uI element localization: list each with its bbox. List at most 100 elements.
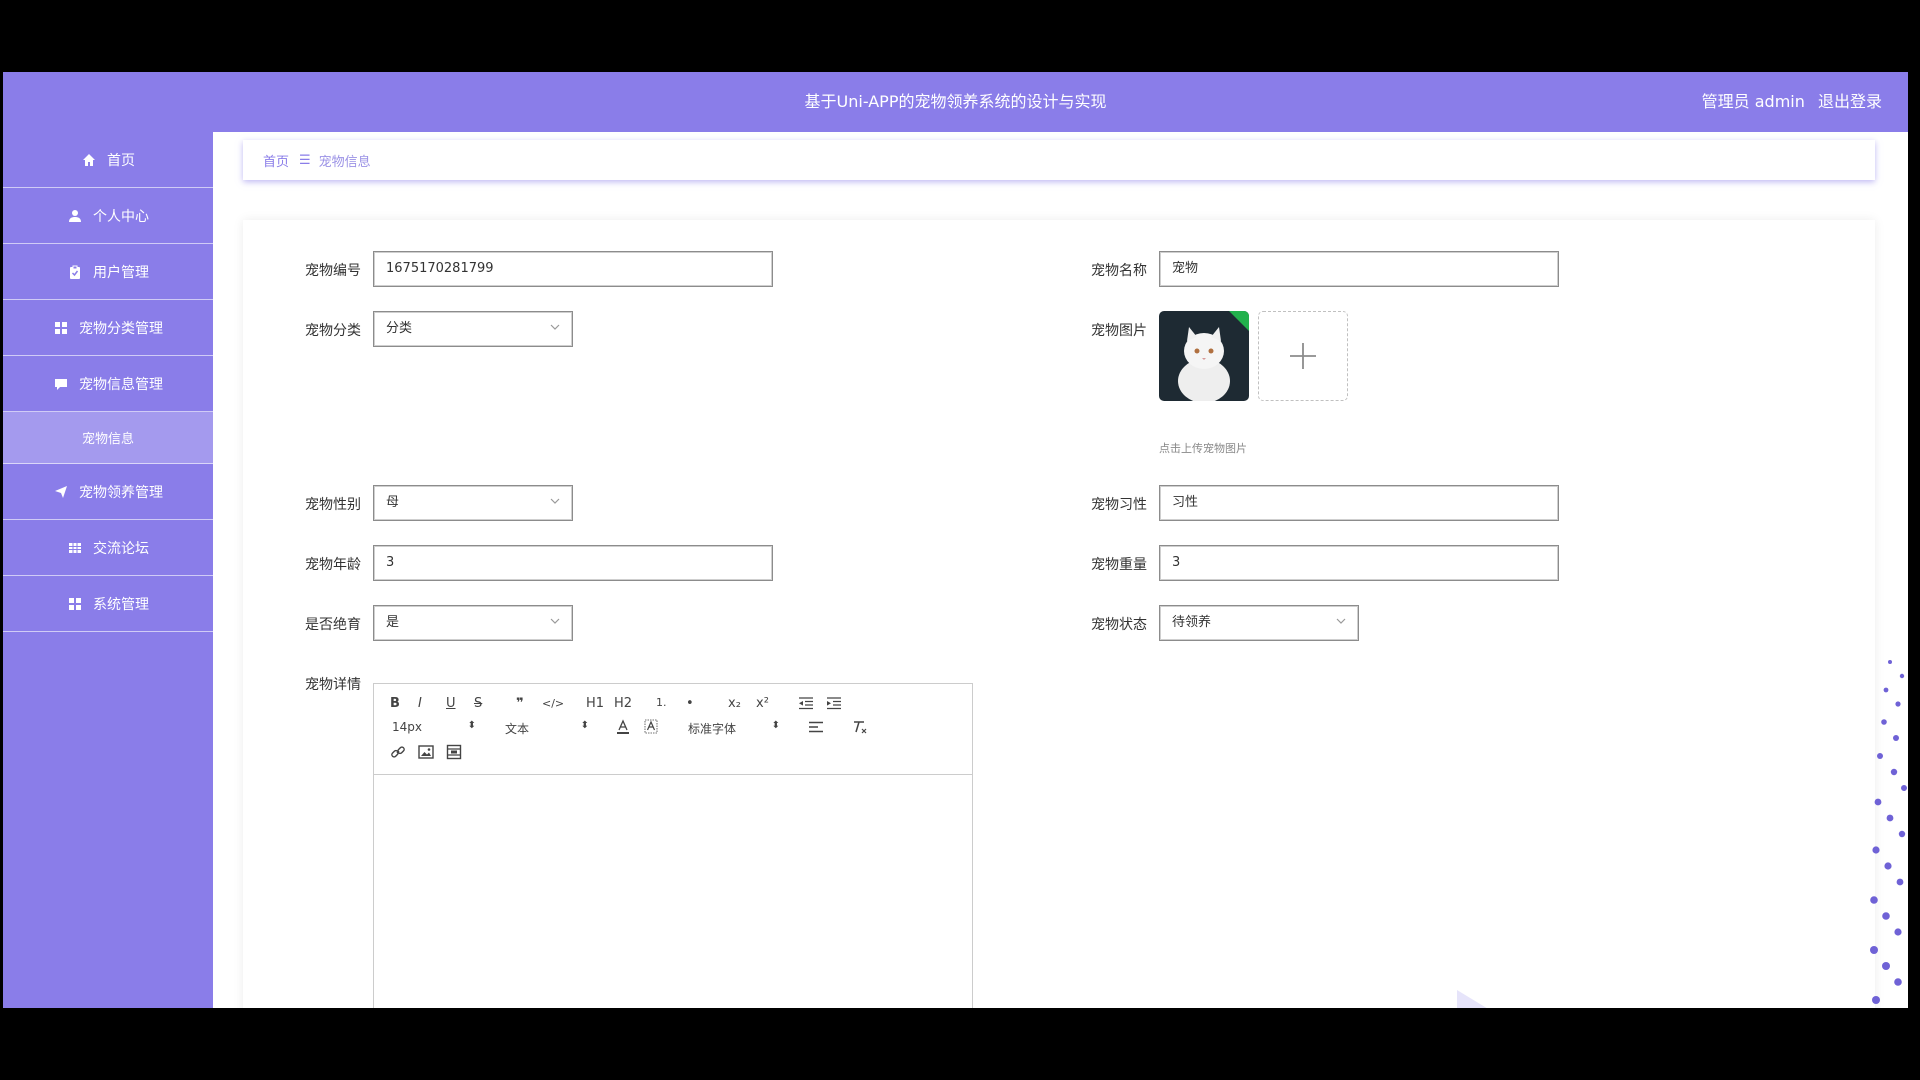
sidebar-item-label: 宠物领养管理 <box>79 484 163 501</box>
sidebar-item-user-management[interactable]: 用户管理 <box>3 244 213 300</box>
link-icon[interactable] <box>390 744 406 764</box>
play-logo-watermark <box>1453 980 1523 1008</box>
sidebar-item-pet-category-management[interactable]: 宠物分类管理 <box>3 300 213 356</box>
pet-habit-label: 宠物习性 <box>1091 497 1147 513</box>
sidebar-item-label: 宠物信息管理 <box>79 376 163 393</box>
breadcrumb-separator: ☰ <box>299 152 311 168</box>
subscript-button[interactable]: x₂ <box>728 696 741 711</box>
bullet-list-button[interactable]: • <box>686 696 694 711</box>
pet-id-input[interactable]: 1675170281799 <box>373 251 773 287</box>
font-family-value: 标准字体 <box>688 722 737 736</box>
pet-habit-input[interactable]: 习性 <box>1159 485 1559 521</box>
superscript-button[interactable]: x² <box>756 696 769 711</box>
clipboard-icon <box>67 264 83 280</box>
grid-icon <box>53 320 69 336</box>
admin-user-label: 管理员 admin <box>1701 92 1805 111</box>
neutered-label: 是否绝育 <box>305 617 361 633</box>
font-size-value: 14px <box>392 720 422 734</box>
pet-status-select[interactable]: 待领养 <box>1159 605 1359 641</box>
table-icon <box>67 540 83 556</box>
select-arrows-icon: ⬍ <box>580 720 589 731</box>
rich-text-editor: B I U S ❞ </> H1 H2 1. • x₂ x² 14px ⬍ 文本… <box>373 683 973 1008</box>
select-arrows-icon: ⬍ <box>771 720 780 731</box>
plus-icon <box>1290 343 1316 369</box>
pet-age-input[interactable]: 3 <box>373 545 773 581</box>
strikethrough-button[interactable]: S <box>474 696 482 711</box>
video-icon[interactable] <box>446 744 462 764</box>
sidebar-item-label: 宠物信息 <box>81 432 134 447</box>
sidebar-item-system-management[interactable]: 系统管理 <box>3 576 213 632</box>
indent-icon[interactable] <box>826 696 842 714</box>
top-header: 基于Uni-APP的宠物领养系统的设计与实现 管理员 admin 退出登录 <box>3 72 1908 132</box>
app-window: 基于Uni-APP的宠物领养系统的设计与实现 管理员 admin 退出登录 首页… <box>3 72 1908 1008</box>
header-user-area: 管理员 admin 退出登录 <box>1694 72 1882 132</box>
neutered-select[interactable]: 是 <box>373 605 573 641</box>
pet-name-label: 宠物名称 <box>1091 263 1147 279</box>
main-content: 首页 ☰ 宠物信息 宠物编号 1675170281799 宠物名称 宠物 宠物分… <box>213 132 1908 1008</box>
home-icon <box>81 152 97 168</box>
font-family-select[interactable]: 标准字体 ⬍ <box>688 720 780 736</box>
sidebar-item-label: 个人中心 <box>93 208 149 225</box>
sidebar-item-label: 首页 <box>107 152 135 169</box>
pet-image-thumbnail[interactable] <box>1159 311 1249 401</box>
sidebar: 首页 个人中心 用户管理 宠物分类管理 宠物信息管理 宠物信息 宠物领养管理 交… <box>3 132 213 1008</box>
pet-status-value: 待领养 <box>1172 615 1212 630</box>
pet-weight-label: 宠物重量 <box>1091 557 1147 573</box>
sidebar-item-forum[interactable]: 交流论坛 <box>3 520 213 576</box>
pet-category-label: 宠物分类 <box>305 323 361 339</box>
pet-gender-select[interactable]: 母 <box>373 485 573 521</box>
pet-category-select[interactable]: 分类 <box>373 311 573 347</box>
breadcrumb-home-link[interactable]: 首页 <box>263 151 289 170</box>
select-arrows-icon: ⬍ <box>467 720 476 731</box>
header-format-value: 文本 <box>505 722 530 736</box>
sidebar-item-pet-info-management[interactable]: 宠物信息管理 <box>3 356 213 412</box>
chevron-down-icon <box>550 618 560 624</box>
clear-format-icon[interactable] <box>852 719 868 739</box>
sidebar-item-label: 用户管理 <box>93 264 149 281</box>
pet-gender-value: 母 <box>386 495 400 510</box>
code-block-button[interactable]: </> <box>542 697 564 710</box>
header2-button[interactable]: H2 <box>614 696 632 711</box>
background-color-icon[interactable] <box>644 719 658 739</box>
sidebar-subitem-pet-info[interactable]: 宠物信息 <box>3 412 213 464</box>
chevron-down-icon <box>550 324 560 330</box>
pet-detail-label: 宠物详情 <box>305 677 361 693</box>
ordered-list-button[interactable]: 1. <box>656 696 667 709</box>
grid-icon <box>67 596 83 612</box>
user-icon <box>67 208 83 224</box>
pet-category-value: 分类 <box>386 321 413 336</box>
decorative-dot-pattern <box>1868 652 1908 1008</box>
pet-weight-input[interactable]: 3 <box>1159 545 1559 581</box>
sidebar-item-adoption-management[interactable]: 宠物领养管理 <box>3 464 213 520</box>
upload-hint: 点击上传宠物图片 <box>1159 442 1247 455</box>
pet-form-card: 宠物编号 1675170281799 宠物名称 宠物 宠物分类 分类 宠物图片 <box>243 220 1875 1008</box>
image-icon[interactable] <box>418 744 434 764</box>
pet-status-label: 宠物状态 <box>1091 617 1147 633</box>
editor-toolbar: B I U S ❞ </> H1 H2 1. • x₂ x² 14px ⬍ 文本… <box>374 684 972 775</box>
pet-age-label: 宠物年龄 <box>305 557 361 573</box>
sidebar-item-label: 交流论坛 <box>93 540 149 557</box>
outdent-icon[interactable] <box>798 696 814 714</box>
chevron-down-icon <box>550 498 560 504</box>
header1-button[interactable]: H1 <box>586 696 604 711</box>
italic-button[interactable]: I <box>418 696 422 711</box>
sidebar-item-home[interactable]: 首页 <box>3 132 213 188</box>
sidebar-item-label: 宠物分类管理 <box>79 320 163 337</box>
chat-icon <box>53 376 69 392</box>
underline-button[interactable]: U <box>446 696 456 711</box>
sidebar-item-label: 系统管理 <box>93 596 149 613</box>
logout-link[interactable]: 退出登录 <box>1818 92 1882 111</box>
align-icon[interactable] <box>808 721 824 737</box>
text-color-icon[interactable] <box>616 719 630 739</box>
breadcrumb-current: 宠物信息 <box>318 154 371 170</box>
pet-id-label: 宠物编号 <box>305 263 361 279</box>
font-size-select[interactable]: 14px ⬍ <box>392 720 476 736</box>
add-image-button[interactable] <box>1258 311 1348 401</box>
pet-name-input[interactable]: 宠物 <box>1159 251 1559 287</box>
pet-gender-label: 宠物性别 <box>305 497 361 513</box>
white-cat-image <box>1159 311 1249 401</box>
bold-button[interactable]: B <box>390 696 400 711</box>
sidebar-item-personal-center[interactable]: 个人中心 <box>3 188 213 244</box>
header-format-select[interactable]: 文本 ⬍ <box>505 720 589 736</box>
blockquote-button[interactable]: ❞ <box>516 696 524 711</box>
